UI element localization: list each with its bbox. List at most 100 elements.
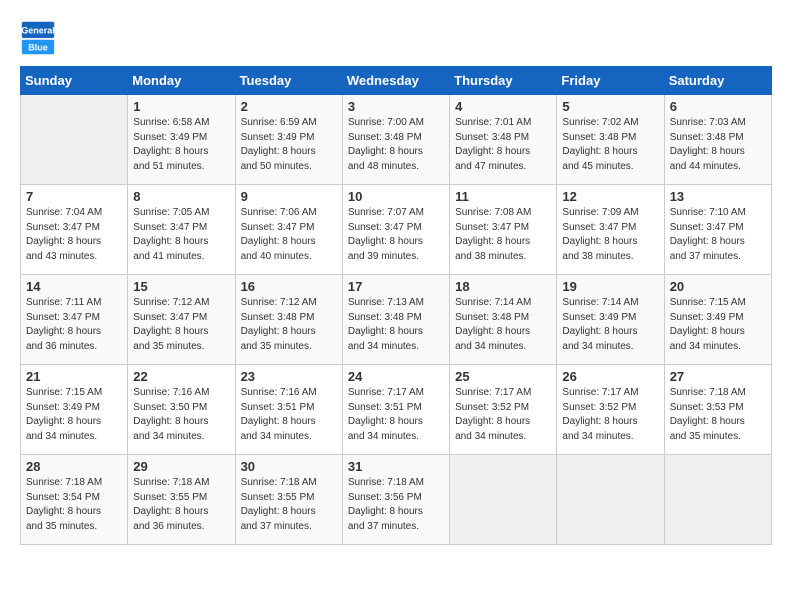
calendar-cell: 24 Sunrise: 7:17 AM Sunset: 3:51 PM Dayli… [342, 365, 449, 455]
day-number: 30 [241, 459, 337, 474]
day-number: 12 [562, 189, 658, 204]
calendar-cell: 10Sunrise: 7:07 AM Sunset: 3:47 PM Dayli… [342, 185, 449, 275]
svg-text:General: General [21, 26, 55, 36]
header-day-saturday: Saturday [664, 67, 771, 95]
day-number: 14 [26, 279, 122, 294]
day-info: Sunrise: 7:18 AM Sunset: 3:53 PM Dayligh… [670, 386, 766, 444]
calendar-cell: 23 Sunrise: 7:16 AM Sunset: 3:51 PM Dayli… [235, 365, 342, 455]
logo-icon: General Blue [20, 20, 56, 56]
day-number: 29 [133, 459, 229, 474]
header-row: SundayMondayTuesdayWednesdayThursdayFrid… [21, 67, 772, 95]
calendar-cell: 26 Sunrise: 7:17 AM Sunset: 3:52 PM Dayli… [557, 365, 664, 455]
day-number: 17 [348, 279, 444, 294]
calendar-week-3: 14 Sunrise: 7:11 AM Sunset: 3:47 PM Dayli… [21, 275, 772, 365]
day-info: Sunrise: 7:18 AM Sunset: 3:55 PM Dayligh… [241, 476, 337, 534]
calendar-header: SundayMondayTuesdayWednesdayThursdayFrid… [21, 67, 772, 95]
day-info: Sunrise: 7:09 AM Sunset: 3:47 PM Dayligh… [562, 206, 658, 264]
calendar-cell: 28 Sunrise: 7:18 AM Sunset: 3:54 PM Dayli… [21, 455, 128, 545]
day-info: Sunrise: 7:02 AM Sunset: 3:48 PM Dayligh… [562, 116, 658, 174]
day-number: 2 [241, 99, 337, 114]
day-info: Sunrise: 7:01 AM Sunset: 3:48 PM Dayligh… [455, 116, 551, 174]
day-number: 28 [26, 459, 122, 474]
day-number: 3 [348, 99, 444, 114]
calendar-cell: 1Sunrise: 6:58 AM Sunset: 3:49 PM Daylig… [128, 95, 235, 185]
day-number: 23 [241, 369, 337, 384]
svg-text:Blue: Blue [28, 43, 48, 53]
day-info: Sunrise: 7:12 AM Sunset: 3:48 PM Dayligh… [241, 296, 337, 354]
day-info: Sunrise: 7:00 AM Sunset: 3:48 PM Dayligh… [348, 116, 444, 174]
day-info: Sunrise: 7:11 AM Sunset: 3:47 PM Dayligh… [26, 296, 122, 354]
day-info: Sunrise: 7:13 AM Sunset: 3:48 PM Dayligh… [348, 296, 444, 354]
day-info: Sunrise: 7:06 AM Sunset: 3:47 PM Dayligh… [241, 206, 337, 264]
day-number: 4 [455, 99, 551, 114]
header-day-tuesday: Tuesday [235, 67, 342, 95]
calendar-cell: 12 Sunrise: 7:09 AM Sunset: 3:47 PM Dayli… [557, 185, 664, 275]
day-info: Sunrise: 7:10 AM Sunset: 3:47 PM Dayligh… [670, 206, 766, 264]
day-info: Sunrise: 7:15 AM Sunset: 3:49 PM Dayligh… [26, 386, 122, 444]
day-info: Sunrise: 7:16 AM Sunset: 3:51 PM Dayligh… [241, 386, 337, 444]
calendar-cell: 29 Sunrise: 7:18 AM Sunset: 3:55 PM Dayli… [128, 455, 235, 545]
calendar-cell: 17 Sunrise: 7:13 AM Sunset: 3:48 PM Dayli… [342, 275, 449, 365]
calendar-cell: 4 Sunrise: 7:01 AM Sunset: 3:48 PM Daylig… [450, 95, 557, 185]
calendar-cell: 2 Sunrise: 6:59 AM Sunset: 3:49 PM Daylig… [235, 95, 342, 185]
day-number: 6 [670, 99, 766, 114]
calendar-cell: 22Sunrise: 7:16 AM Sunset: 3:50 PM Dayli… [128, 365, 235, 455]
calendar-week-4: 21Sunrise: 7:15 AM Sunset: 3:49 PM Dayli… [21, 365, 772, 455]
day-number: 20 [670, 279, 766, 294]
calendar-cell: 3 Sunrise: 7:00 AM Sunset: 3:48 PM Daylig… [342, 95, 449, 185]
day-number: 18 [455, 279, 551, 294]
calendar-table: SundayMondayTuesdayWednesdayThursdayFrid… [20, 66, 772, 545]
header-day-wednesday: Wednesday [342, 67, 449, 95]
day-number: 10 [348, 189, 444, 204]
day-info: Sunrise: 7:18 AM Sunset: 3:56 PM Dayligh… [348, 476, 444, 534]
calendar-cell: 9 Sunrise: 7:06 AM Sunset: 3:47 PM Daylig… [235, 185, 342, 275]
calendar-cell [450, 455, 557, 545]
day-number: 16 [241, 279, 337, 294]
day-info: Sunrise: 7:15 AM Sunset: 3:49 PM Dayligh… [670, 296, 766, 354]
day-info: Sunrise: 6:59 AM Sunset: 3:49 PM Dayligh… [241, 116, 337, 174]
calendar-cell: 15Sunrise: 7:12 AM Sunset: 3:47 PM Dayli… [128, 275, 235, 365]
day-number: 19 [562, 279, 658, 294]
header-day-thursday: Thursday [450, 67, 557, 95]
calendar-cell: 20 Sunrise: 7:15 AM Sunset: 3:49 PM Dayli… [664, 275, 771, 365]
day-info: Sunrise: 7:12 AM Sunset: 3:47 PM Dayligh… [133, 296, 229, 354]
calendar-cell: 8 Sunrise: 7:05 AM Sunset: 3:47 PM Daylig… [128, 185, 235, 275]
day-info: Sunrise: 7:08 AM Sunset: 3:47 PM Dayligh… [455, 206, 551, 264]
calendar-week-5: 28 Sunrise: 7:18 AM Sunset: 3:54 PM Dayli… [21, 455, 772, 545]
day-info: Sunrise: 7:03 AM Sunset: 3:48 PM Dayligh… [670, 116, 766, 174]
calendar-cell: 30 Sunrise: 7:18 AM Sunset: 3:55 PM Dayli… [235, 455, 342, 545]
day-number: 13 [670, 189, 766, 204]
day-info: Sunrise: 7:17 AM Sunset: 3:52 PM Dayligh… [562, 386, 658, 444]
day-info: Sunrise: 7:18 AM Sunset: 3:54 PM Dayligh… [26, 476, 122, 534]
day-number: 24 [348, 369, 444, 384]
header-day-monday: Monday [128, 67, 235, 95]
day-info: Sunrise: 7:17 AM Sunset: 3:52 PM Dayligh… [455, 386, 551, 444]
header-day-sunday: Sunday [21, 67, 128, 95]
calendar-cell: 5 Sunrise: 7:02 AM Sunset: 3:48 PM Daylig… [557, 95, 664, 185]
calendar-cell: 18 Sunrise: 7:14 AM Sunset: 3:48 PM Dayli… [450, 275, 557, 365]
header-day-friday: Friday [557, 67, 664, 95]
calendar-cell: 27 Sunrise: 7:18 AM Sunset: 3:53 PM Dayli… [664, 365, 771, 455]
calendar-cell: 11 Sunrise: 7:08 AM Sunset: 3:47 PM Dayli… [450, 185, 557, 275]
calendar-cell: 16 Sunrise: 7:12 AM Sunset: 3:48 PM Dayli… [235, 275, 342, 365]
day-number: 26 [562, 369, 658, 384]
header: General Blue [20, 20, 772, 56]
calendar-cell: 7Sunrise: 7:04 AM Sunset: 3:47 PM Daylig… [21, 185, 128, 275]
day-number: 31 [348, 459, 444, 474]
day-number: 9 [241, 189, 337, 204]
day-info: Sunrise: 7:14 AM Sunset: 3:48 PM Dayligh… [455, 296, 551, 354]
day-number: 27 [670, 369, 766, 384]
day-info: Sunrise: 7:05 AM Sunset: 3:47 PM Dayligh… [133, 206, 229, 264]
day-number: 8 [133, 189, 229, 204]
calendar-week-2: 7Sunrise: 7:04 AM Sunset: 3:47 PM Daylig… [21, 185, 772, 275]
day-info: Sunrise: 7:17 AM Sunset: 3:51 PM Dayligh… [348, 386, 444, 444]
day-number: 11 [455, 189, 551, 204]
calendar-cell: 13 Sunrise: 7:10 AM Sunset: 3:47 PM Dayli… [664, 185, 771, 275]
day-number: 5 [562, 99, 658, 114]
day-number: 25 [455, 369, 551, 384]
day-info: Sunrise: 7:14 AM Sunset: 3:49 PM Dayligh… [562, 296, 658, 354]
day-info: Sunrise: 7:18 AM Sunset: 3:55 PM Dayligh… [133, 476, 229, 534]
calendar-cell: 25 Sunrise: 7:17 AM Sunset: 3:52 PM Dayli… [450, 365, 557, 455]
calendar-week-1: 1Sunrise: 6:58 AM Sunset: 3:49 PM Daylig… [21, 95, 772, 185]
calendar-cell [21, 95, 128, 185]
